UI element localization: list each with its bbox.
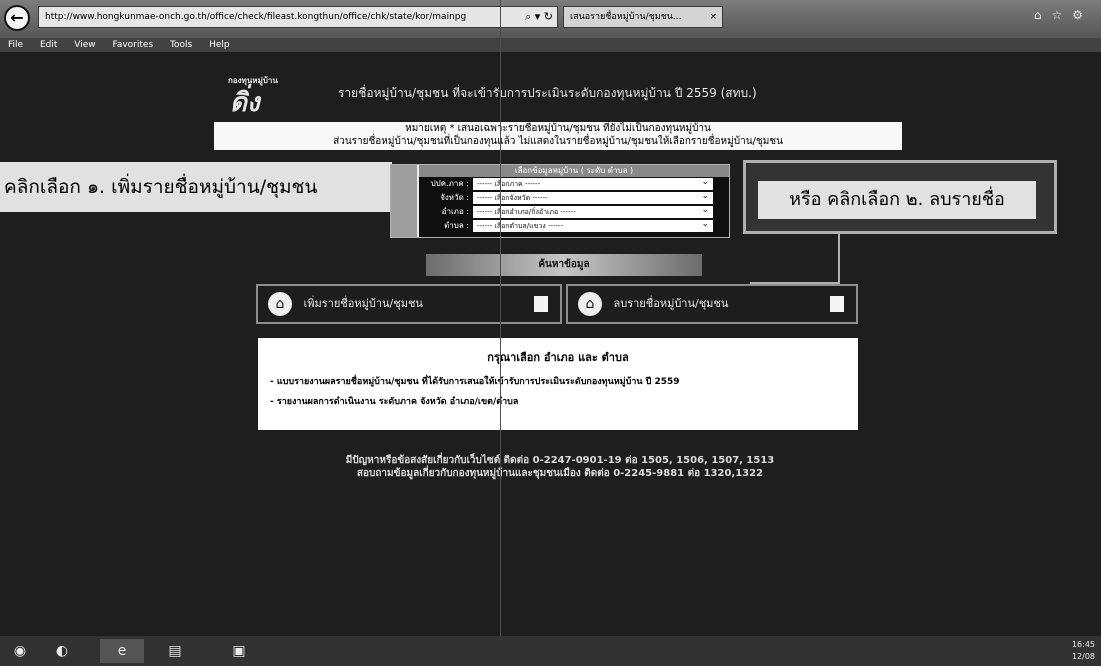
- notice-line-1: หมายเหตุ * เสนอเฉพาะรายชื่อหมู่บ้าน/ชุมช…: [405, 123, 711, 134]
- search-refresh-icon[interactable]: ⌕ ▾ ↻: [525, 7, 553, 27]
- address-url: http://www.hongkunmae-onch.go.th/office/…: [45, 12, 467, 22]
- notice-banner: หมายเหตุ * เสนอเฉพาะรายชื่อหมู่บ้าน/ชุมช…: [214, 122, 902, 150]
- add-village-button[interactable]: ⌂ เพิ่มรายชื่อหมู่บ้าน/ชุมชน: [256, 284, 562, 324]
- menu-favorites[interactable]: Favorites: [112, 40, 153, 50]
- browser-tab[interactable]: เสนอรายชื่อหมู่บ้าน/ชุมชน... ×: [563, 6, 723, 28]
- province-select[interactable]: ------ เลือกจังหวัด ------: [473, 190, 713, 204]
- page-content: กองทุนหมู่บ้าน ดิ่ง รายชื่อหมู่บ้าน/ชุมช…: [0, 52, 1101, 636]
- callout-add: คลิกเลือก ๑. เพิ่มรายชื่อหมู่บ้าน/ชุมชน: [0, 162, 392, 212]
- notice-line-2: ส่วนรายชื่อหมู่บ้าน/ชุมชนที่เป็นกองทุนแล…: [333, 136, 783, 147]
- close-tab-icon[interactable]: ×: [709, 7, 717, 27]
- region-label: ปปค.ภาค :: [430, 179, 469, 188]
- browser-icon[interactable]: e: [100, 639, 144, 663]
- scan-artifact-line: [500, 0, 501, 666]
- site-logo: กองทุนหมู่บ้าน ดิ่ง: [228, 75, 278, 118]
- report-link[interactable]: - รายงานผลการดำเนินงาน ระดับภาค จังหวัด …: [270, 394, 846, 408]
- form-marker: [391, 165, 419, 237]
- form-row-subdistrict: ตำบล : ------ เลือกตำบล/แขวง ------: [419, 218, 729, 233]
- menu-tools[interactable]: Tools: [170, 40, 192, 50]
- form-heading: เลือกข้อมูลหมู่บ้าน ( ระดับ ตำบล ): [419, 165, 729, 177]
- footer-line-2: สอบถามข้อมูลเกี่ยวกับกองทุนหมู่บ้านและชุ…: [356, 468, 764, 479]
- callout-delete: หรือ คลิกเลือก ๒. ลบรายชื่อ: [758, 181, 1036, 219]
- form-row-district: อำเภอ : ------ เลือกอำเภอ/กิ่งอำเภอ ----…: [419, 204, 729, 219]
- clock-date: 12/08: [1071, 652, 1095, 661]
- back-arrow-icon[interactable]: ←: [4, 5, 30, 31]
- app-icon[interactable]: ▣: [224, 639, 254, 663]
- delete-village-button[interactable]: ⌂ ลบรายชื่อหมู่บ้าน/ชุมชน: [566, 284, 858, 324]
- province-label: จังหวัด :: [440, 193, 469, 202]
- page-footer: มีปัญหาหรือข้อสงสัยเกี่ยวกับเว็บไซต์ ติด…: [200, 454, 920, 480]
- menu-view[interactable]: View: [74, 40, 95, 50]
- footer-line-1: มีปัญหาหรือข้อสงสัยเกี่ยวกับเว็บไซต์ ติด…: [345, 455, 775, 466]
- district-label: อำเภอ :: [441, 207, 469, 216]
- add-village-label: เพิ่มรายชื่อหมู่บ้าน/ชุมชน: [303, 297, 423, 310]
- delete-village-label: ลบรายชื่อหมู่บ้าน/ชุมชน: [613, 297, 729, 310]
- page-title: รายชื่อหมู่บ้าน/ชุมชน ที่จะเข้ารับการประ…: [338, 86, 757, 100]
- folder-icon[interactable]: ▤: [160, 639, 190, 663]
- location-filter-form: เลือกข้อมูลหมู่บ้าน ( ระดับ ตำบล ) ปปค.ภ…: [390, 164, 730, 238]
- subdistrict-label: ตำบล :: [444, 221, 469, 230]
- browser-titlebar: ← http://www.hongkunmae-onch.go.th/offic…: [0, 0, 1101, 38]
- media-icon[interactable]: ◐: [50, 639, 74, 663]
- menu-help[interactable]: Help: [209, 40, 230, 50]
- form-row-province: จังหวัด : ------ เลือกจังหวัด ------: [419, 190, 729, 205]
- search-button[interactable]: ค้นหาข้อมูล: [426, 254, 702, 276]
- document-icon: [830, 296, 844, 312]
- window-controls-icon[interactable]: ⌂☆⚙: [1034, 8, 1093, 22]
- callout-delete-box: หรือ คลิกเลือก ๒. ลบรายชื่อ: [743, 160, 1057, 234]
- taskbar: ◉ ◐ e ▤ ▣ 16:45 12/08: [0, 636, 1101, 666]
- info-title: กรุณาเลือก อำเภอ และ ตำบล: [487, 351, 629, 364]
- clock-time: 16:45: [1071, 640, 1095, 649]
- home-icon: ⌂: [268, 292, 292, 316]
- report-link[interactable]: - แบบรายงานผลรายชื่อหมู่บ้าน/ชุมชน ที่ได…: [270, 374, 846, 388]
- menu-file[interactable]: File: [8, 40, 23, 50]
- callout-connector: [838, 234, 840, 284]
- system-clock[interactable]: 16:45 12/08: [1072, 639, 1095, 663]
- subdistrict-select[interactable]: ------ เลือกตำบล/แขวง ------: [473, 218, 713, 232]
- browser-tab-label: เสนอรายชื่อหมู่บ้าน/ชุมชน...: [570, 12, 682, 22]
- info-panel: กรุณาเลือก อำเภอ และ ตำบล - แบบรายงานผลร…: [258, 338, 858, 430]
- address-bar[interactable]: http://www.hongkunmae-onch.go.th/office/…: [38, 6, 558, 28]
- region-select[interactable]: ------ เลือกภาค ------: [473, 176, 713, 190]
- document-icon: [534, 296, 548, 312]
- form-row-region: ปปค.ภาค : ------ เลือกภาค ------: [419, 176, 729, 191]
- district-select[interactable]: ------ เลือกอำเภอ/กิ่งอำเภอ ------: [473, 204, 713, 218]
- start-button-icon[interactable]: ◉: [8, 639, 32, 663]
- menu-bar: File Edit View Favorites Tools Help: [0, 38, 1101, 52]
- home-icon: ⌂: [578, 292, 602, 316]
- menu-edit[interactable]: Edit: [40, 40, 57, 50]
